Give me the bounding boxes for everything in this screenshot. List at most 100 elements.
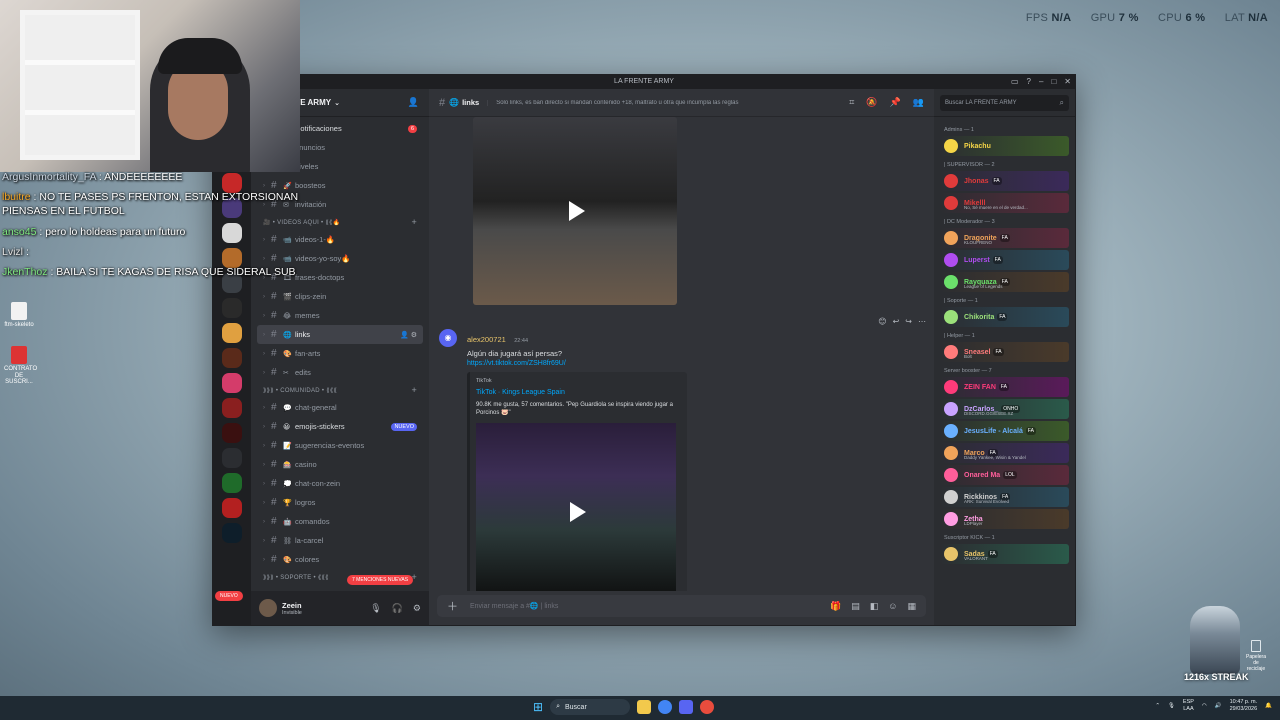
hash-icon: #: [271, 535, 277, 546]
message-link[interactable]: https://vt.tiktok.com/ZSH8fr69U/: [467, 360, 919, 367]
member-item[interactable]: ZEIN FAN FA: [940, 377, 1069, 397]
desktop-file-icon[interactable]: ftm-skeleto: [4, 302, 34, 329]
channel-item[interactable]: › # 🎨 colores: [257, 550, 423, 569]
member-item[interactable]: Luperst FA: [940, 250, 1069, 270]
channel-item[interactable]: › # 🎰 casino: [257, 455, 423, 474]
member-item[interactable]: Sadas FA VALORANT: [940, 544, 1069, 564]
forward-icon[interactable]: ↪: [905, 317, 912, 326]
desktop-pdf-icon[interactable]: CONTRATO DE SUSCRI...: [4, 346, 37, 386]
windows-start-icon[interactable]: ⊞: [533, 700, 543, 714]
members-icon[interactable]: 👥: [913, 97, 924, 108]
embed-title[interactable]: TikTok · Kings League Spain: [476, 389, 679, 396]
message-author[interactable]: alex200721: [467, 335, 506, 344]
member-item[interactable]: Rickkinos FA ARK: Survival Evolved: [940, 487, 1069, 507]
channel-item[interactable]: › # 🎬 clips-zein: [257, 287, 423, 306]
member-item[interactable]: Marco FA Daddy Yankee, Wisin & Yandel: [940, 443, 1069, 463]
sticker-icon[interactable]: ◧: [870, 601, 879, 612]
server-icon[interactable]: [222, 323, 242, 343]
member-item[interactable]: DzCarlos_ ONHO DISCORD.GG/ESEE.XZ: [940, 399, 1069, 419]
microphone-icon[interactable]: 🎙: [370, 603, 381, 614]
close-icon[interactable]: ✕: [1064, 75, 1071, 89]
add-channel-icon[interactable]: +: [411, 385, 417, 395]
wifi-icon[interactable]: ◠: [1202, 703, 1207, 709]
file-explorer-icon[interactable]: [637, 700, 652, 714]
chevron-up-icon[interactable]: ⌃: [1155, 703, 1160, 709]
server-icon[interactable]: [222, 348, 242, 368]
member-item[interactable]: Pikachu: [940, 136, 1069, 156]
mentions-pill[interactable]: 7 MENCIONES NUEVAS: [347, 575, 414, 585]
video-embed[interactable]: [473, 117, 677, 305]
pin-icon[interactable]: 📌: [890, 97, 901, 108]
channel-item[interactable]: › # 🤖 comandos: [257, 512, 423, 531]
avatar[interactable]: [259, 599, 277, 617]
chrome-icon[interactable]: [658, 700, 673, 714]
server-icon[interactable]: [222, 423, 242, 443]
reply-icon[interactable]: ↩: [893, 317, 900, 326]
chevron-right-icon: ›: [263, 293, 265, 300]
member-item[interactable]: Jhonas FA: [940, 171, 1069, 191]
channel-item[interactable]: › # ✂ edits: [257, 363, 423, 382]
server-icon[interactable]: [222, 398, 242, 418]
headphones-icon[interactable]: 🎧: [392, 603, 403, 614]
channel-item[interactable]: › # 💬 chat-general: [257, 398, 423, 417]
message-input[interactable]: Enviar mensaje a #🌐 | links: [470, 602, 558, 610]
add-attachment-icon[interactable]: ＋: [447, 598, 458, 614]
channel-item[interactable]: › # 🏆 logros: [257, 493, 423, 512]
server-icon[interactable]: [222, 448, 242, 468]
channel-item[interactable]: › # 🎨 fan-arts: [257, 344, 423, 363]
help-icon[interactable]: ?: [1027, 75, 1031, 89]
minimize-icon[interactable]: –: [1039, 75, 1043, 89]
reaction-icon[interactable]: 😊: [878, 317, 886, 326]
discord-icon[interactable]: [679, 700, 694, 714]
volume-icon[interactable]: 🔊: [1215, 703, 1222, 709]
server-icon[interactable]: [222, 523, 242, 543]
member-item[interactable]: JesusLife - Alcalá FA: [940, 421, 1069, 441]
language-code[interactable]: ESP: [1183, 699, 1194, 706]
notification-bell-icon[interactable]: 🔔: [1265, 703, 1272, 709]
new-pill[interactable]: NUEVO: [215, 591, 243, 601]
member-item[interactable]: Sneasel FA Bolt: [940, 342, 1069, 362]
discord-logo-icon[interactable]: ◉: [439, 329, 457, 347]
member-item[interactable]: Onared Ma LOL: [940, 465, 1069, 485]
more-icon[interactable]: ⋯: [918, 317, 926, 326]
play-icon[interactable]: [560, 196, 590, 226]
microphone-icon[interactable]: 🎙: [1168, 703, 1175, 709]
add-channel-icon[interactable]: +: [411, 217, 417, 227]
channel-topic[interactable]: Solo links, es ban directo si mandan con…: [487, 99, 739, 106]
member-item[interactable]: Chikorita FA: [940, 307, 1069, 327]
channel-item[interactable]: › # 😂 memes: [257, 306, 423, 325]
notification-icon[interactable]: 🔕: [866, 97, 877, 108]
gear-icon[interactable]: ⚙: [413, 603, 421, 614]
channel-item[interactable]: › # 💭 chat-con-zein: [257, 474, 423, 493]
channel-item[interactable]: › # 😀 emojis-stickers NUEVO: [257, 417, 423, 436]
maximize-icon[interactable]: □: [1051, 75, 1056, 89]
server-icon[interactable]: [222, 298, 242, 318]
search-input[interactable]: Buscar LA FRENTE ARMY ⌕: [940, 94, 1069, 111]
member-item[interactable]: Zetha LDPlayer: [940, 509, 1069, 529]
play-icon[interactable]: [561, 497, 591, 527]
member-item[interactable]: Dragonite FA KLOUFRENO: [940, 228, 1069, 248]
channel-item[interactable]: › # 🌐 links 👤 ⚙: [257, 325, 423, 344]
channel-category[interactable]: ⟫⟫⟫ • COMUNIDAD • ⟪⟪⟪ +: [257, 382, 423, 398]
channel-settings-icon[interactable]: 👤 ⚙: [400, 331, 417, 339]
apps-icon[interactable]: ▦: [907, 601, 916, 612]
video-embed[interactable]: [476, 422, 676, 591]
channel-item[interactable]: › # ⛓ la-carcel: [257, 531, 423, 550]
gif-icon[interactable]: ▤: [851, 601, 860, 612]
server-icon[interactable]: [222, 473, 242, 493]
emoji-icon[interactable]: ☺: [888, 601, 897, 612]
server-icon[interactable]: [222, 373, 242, 393]
add-member-icon[interactable]: 👤: [408, 97, 419, 108]
inbox-icon[interactable]: ▭: [1011, 75, 1019, 89]
message-composer[interactable]: ＋ Enviar mensaje a #🌐 | links 🎁 ▤ ◧ ☺ ▦: [437, 595, 926, 617]
recycle-bin[interactable]: Papelera de reciclaje: [1244, 640, 1268, 672]
browser-icon[interactable]: [700, 700, 715, 714]
server-icon[interactable]: [222, 498, 242, 518]
member-item[interactable]: Rayquaza FA League of Legends: [940, 272, 1069, 292]
member-item[interactable]: Mikelll No, Sé muere en el de verdad...: [940, 193, 1069, 213]
gift-icon[interactable]: 🎁: [830, 601, 841, 612]
threads-icon[interactable]: ⌗: [849, 97, 854, 108]
clock[interactable]: 10:47 p. m. 29/03/2026: [1230, 699, 1258, 713]
taskbar-search[interactable]: ⌕ Buscar: [550, 699, 631, 715]
channel-item[interactable]: › # 📝 sugerencias-eventos: [257, 436, 423, 455]
